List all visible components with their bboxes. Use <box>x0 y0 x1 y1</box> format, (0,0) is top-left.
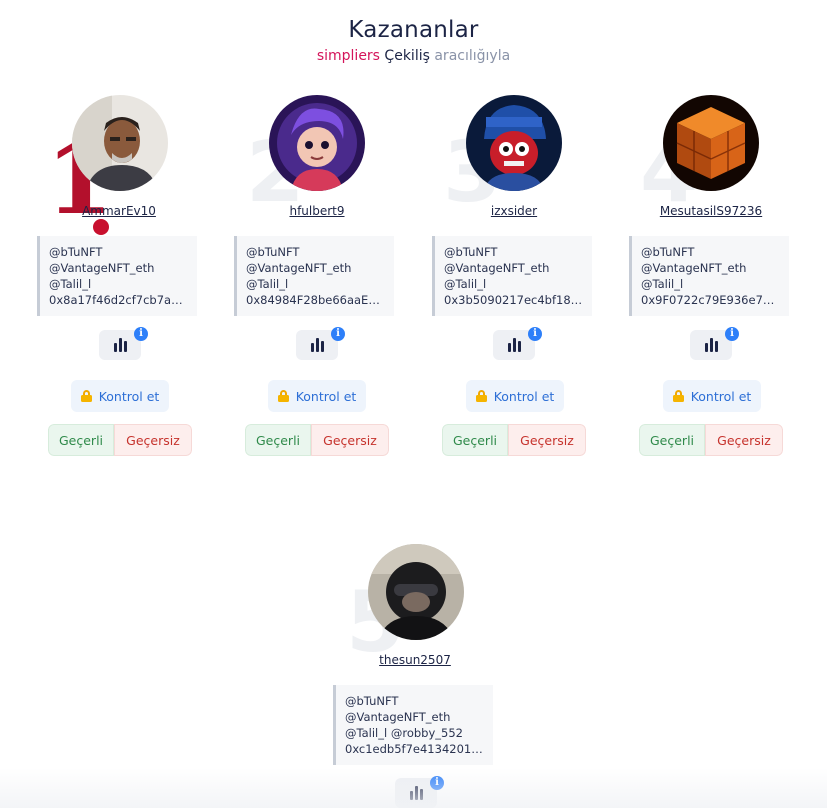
winner-username[interactable]: thesun2507 <box>332 653 498 667</box>
requirement-line: @VantageNFT_eth <box>444 261 550 275</box>
check-button-label: Kontrol et <box>690 388 752 404</box>
valid-button[interactable]: Geçerli <box>48 424 114 456</box>
validity-toggle: Geçerli Geçersiz <box>442 424 586 456</box>
check-button-label: Kontrol et <box>493 388 555 404</box>
info-icon[interactable]: i <box>528 327 542 341</box>
check-button[interactable]: Kontrol et <box>268 380 366 412</box>
requirement-line: @VantageNFT_eth <box>49 261 155 275</box>
rank-dot <box>93 219 109 235</box>
requirement-line: @Talil_l <box>246 277 289 291</box>
info-icon[interactable]: i <box>430 776 444 790</box>
requirements-box: @bTuNFT @VantageNFT_eth @Talil_l 0x8a17f… <box>37 236 197 316</box>
info-icon[interactable]: i <box>134 327 148 341</box>
requirement-line: @bTuNFT <box>641 245 695 259</box>
avatar[interactable] <box>72 95 168 191</box>
requirement-line: @Talil_l @robby_552 <box>345 726 463 740</box>
bar-chart-icon <box>409 786 423 800</box>
winner-username[interactable]: hfulbert9 <box>234 204 400 218</box>
requirements-box: @bTuNFT @VantageNFT_eth @Talil_l @robby_… <box>333 685 493 765</box>
avatar-character-icon <box>466 95 562 191</box>
requirements-box: @bTuNFT @VantageNFT_eth @Talil_l 0x3b509… <box>432 236 592 316</box>
check-button[interactable]: Kontrol et <box>466 380 564 412</box>
brand-name[interactable]: simpliers <box>317 48 380 64</box>
valid-button[interactable]: Geçerli <box>639 424 705 456</box>
check-button[interactable]: Kontrol et <box>71 380 169 412</box>
invalid-button[interactable]: Geçersiz <box>311 424 389 456</box>
wallet-address: 0x84984F28be66aaE264 <box>246 293 386 307</box>
requirement-line: @VantageNFT_eth <box>641 261 747 275</box>
wallet-address: 0x3b5090217ec4bf182a... <box>444 293 584 307</box>
check-button[interactable]: Kontrol et <box>663 380 761 412</box>
lock-icon <box>80 390 92 402</box>
avatar-helmet-icon <box>368 544 464 640</box>
avatar-cartoon-icon <box>269 95 365 191</box>
winner-username[interactable]: izxsider <box>431 204 597 218</box>
validity-toggle: Geçerli Geçersiz <box>639 424 783 456</box>
requirement-line: @Talil_l <box>641 277 684 291</box>
avatar[interactable] <box>269 95 365 191</box>
bar-chart-icon <box>507 338 521 352</box>
validity-toggle: Geçerli Geçersiz <box>245 424 389 456</box>
lock-icon <box>277 390 289 402</box>
invalid-button[interactable]: Geçersiz <box>705 424 783 456</box>
subtitle-word: Çekiliş <box>379 48 430 64</box>
bar-chart-icon <box>113 338 127 352</box>
avatar-photo-icon <box>72 95 168 191</box>
requirement-line: @bTuNFT <box>49 245 103 259</box>
avatar-cube-icon <box>663 95 759 191</box>
lock-icon <box>672 390 684 402</box>
wallet-address: 0x9F0722c79E936e7191... <box>641 293 781 307</box>
page-subtitle: simpliers Çekiliş aracılığıyla <box>0 48 827 64</box>
check-button-label: Kontrol et <box>98 388 160 404</box>
winner-username[interactable]: MesutasilS97236 <box>628 204 794 218</box>
wallet-address: 0x8a17f46d2cf7cb7a27... <box>49 293 189 307</box>
requirement-line: @VantageNFT_eth <box>246 261 352 275</box>
invalid-button[interactable]: Geçersiz <box>508 424 586 456</box>
wallet-address: 0xc1edb5f7e4134201ee97 <box>345 742 485 756</box>
invalid-button[interactable]: Geçersiz <box>114 424 192 456</box>
requirement-line: @bTuNFT <box>444 245 498 259</box>
requirements-box: @bTuNFT @VantageNFT_eth @Talil_l 0x9F072… <box>629 236 789 316</box>
check-button-label: Kontrol et <box>295 388 357 404</box>
requirement-line: @bTuNFT <box>345 694 399 708</box>
info-icon[interactable]: i <box>331 327 345 341</box>
avatar[interactable] <box>466 95 562 191</box>
requirement-line: @Talil_l <box>444 277 487 291</box>
requirement-line: @bTuNFT <box>246 245 300 259</box>
bar-chart-icon <box>310 338 324 352</box>
lock-icon <box>475 390 487 402</box>
avatar[interactable] <box>368 544 464 640</box>
validity-toggle: Geçerli Geçersiz <box>48 424 192 456</box>
subtitle-rest: aracılığıyla <box>429 48 511 64</box>
info-icon[interactable]: i <box>725 327 739 341</box>
bar-chart-icon <box>704 338 718 352</box>
requirement-line: @VantageNFT_eth <box>345 710 451 724</box>
winner-username[interactable]: AmmarEv10 <box>36 204 202 218</box>
page-title: Kazananlar <box>348 17 479 43</box>
page-header: Kazananlar simpliers Çekiliş aracılığıyl… <box>0 14 827 64</box>
requirement-line: @Talil_l <box>49 277 92 291</box>
requirements-box: @bTuNFT @VantageNFT_eth @Talil_l 0x84984… <box>234 236 394 316</box>
avatar[interactable] <box>663 95 759 191</box>
valid-button[interactable]: Geçerli <box>442 424 508 456</box>
valid-button[interactable]: Geçerli <box>245 424 311 456</box>
